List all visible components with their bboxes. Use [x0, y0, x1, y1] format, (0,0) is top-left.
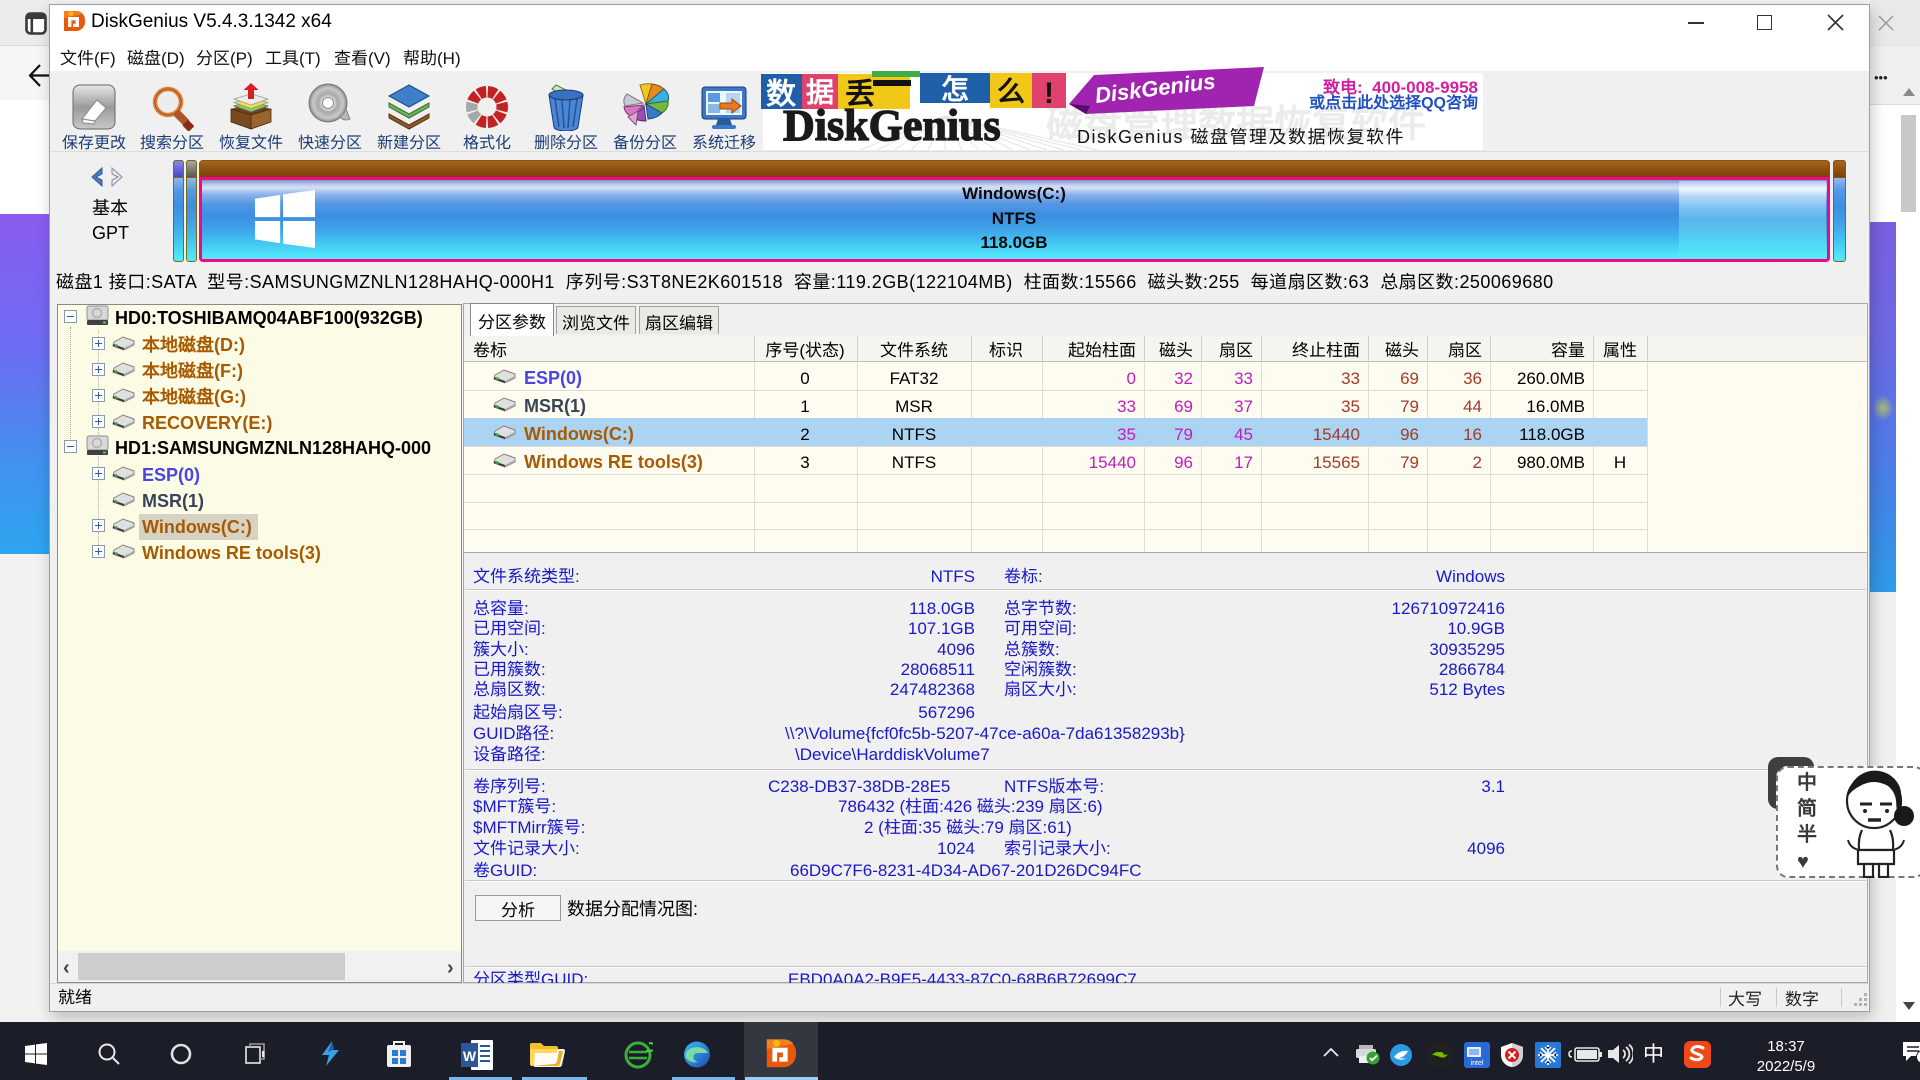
svg-text:W: W	[463, 1048, 477, 1064]
svg-text:intel: intel	[1471, 1060, 1484, 1067]
